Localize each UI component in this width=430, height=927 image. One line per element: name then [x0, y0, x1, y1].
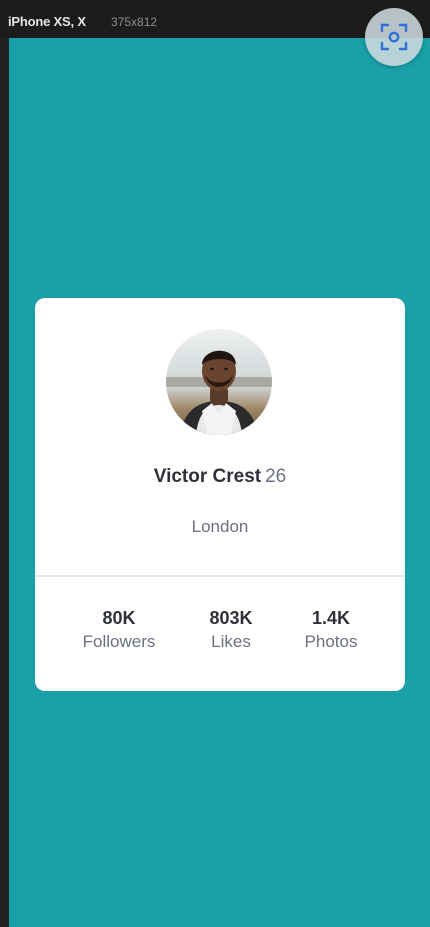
- avatar: [166, 329, 272, 435]
- profile-stats: 80K Followers 803K Likes 1.4K Photos: [35, 607, 405, 667]
- stat-label: Photos: [304, 632, 358, 651]
- profile-name-line: Victor Crest 26: [35, 466, 405, 488]
- device-frame-edge: [0, 38, 9, 927]
- profile-name: Victor Crest: [153, 466, 262, 487]
- stat-label: Followers: [82, 632, 156, 651]
- stat-value: 1.4K: [311, 608, 351, 628]
- screenshot-capture-icon: [380, 23, 408, 51]
- device-dimensions: 375x812: [111, 15, 158, 29]
- device-name[interactable]: iPhone XS, X: [8, 14, 86, 29]
- profile-photo: [166, 329, 272, 435]
- screenshot-capture-button[interactable]: [365, 8, 423, 66]
- profile-card: Victor Crest 26 London 80K Followers 803K…: [35, 298, 405, 691]
- stat-value: 80K: [102, 608, 136, 628]
- profile-age: 26: [265, 466, 287, 487]
- stat-photos: 1.4K Photos: [271, 607, 391, 655]
- stat-followers: 80K Followers: [59, 607, 179, 655]
- card-divider: [35, 575, 405, 577]
- profile-city: London: [191, 517, 249, 536]
